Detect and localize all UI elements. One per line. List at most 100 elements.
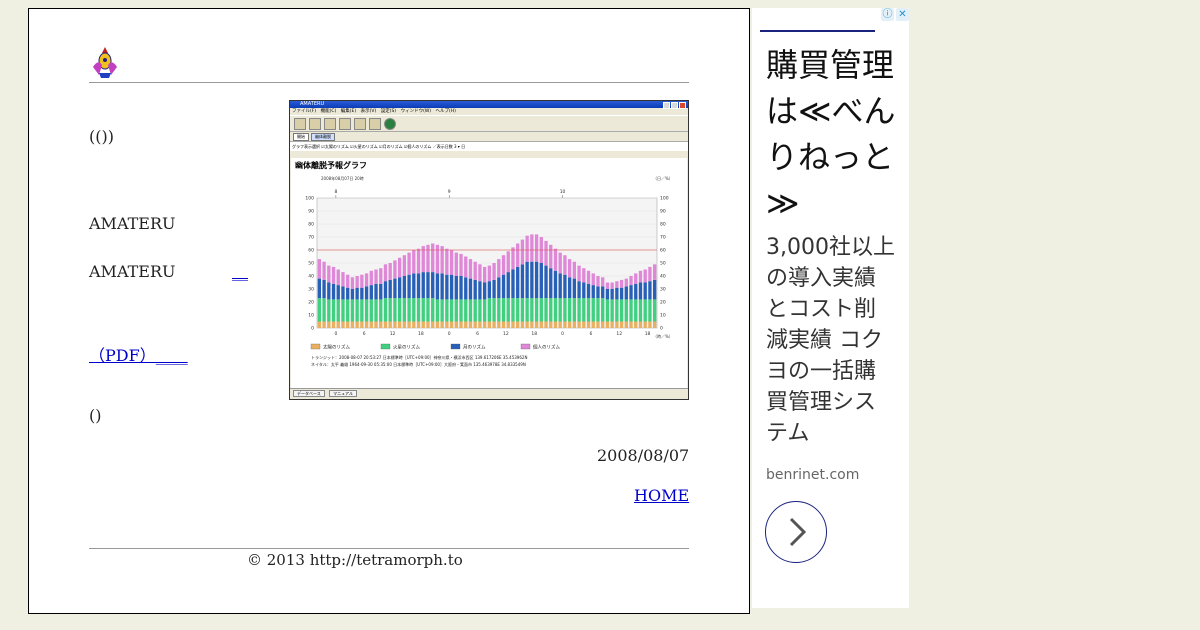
chart-bar-segment [478, 264, 482, 282]
chart-bar-segment [506, 298, 510, 322]
chart-bar-segment [506, 251, 510, 273]
chart-bar-segment [350, 289, 355, 300]
chart-bar-segment [435, 273, 440, 300]
chart-bar-segment [327, 299, 331, 322]
chart-bottom-tick: 6 [589, 331, 592, 337]
chart-ytick-right: 50 [660, 261, 666, 267]
chart-bar-segment [629, 299, 633, 322]
chart-bar-segment [482, 321, 487, 328]
chart-bar-segment [473, 279, 477, 300]
ad-arrow-button[interactable] [765, 501, 827, 563]
chart-bar-segment [393, 260, 397, 279]
chart-bar-segment [397, 257, 402, 278]
chart-bar-segment [435, 244, 440, 274]
chart-bar-segment [360, 321, 364, 328]
chart-bar-segment [638, 299, 643, 322]
chart-bar-segment [459, 299, 463, 322]
chart-bar-segment [605, 282, 610, 289]
chart-bar-segment [431, 321, 435, 328]
chart-bar-segment [369, 270, 373, 286]
copyright-footer: © 2013 http://tetramorph.to [247, 551, 463, 569]
chart-bar-segment [586, 321, 591, 328]
chart-bar-segment [501, 321, 506, 328]
close-icon[interactable]: ✕ [896, 8, 909, 21]
chart-bar-segment [327, 282, 331, 300]
chart-bar-segment [478, 321, 482, 328]
chart-bottom-tick: 0 [561, 331, 564, 337]
chart-bar-segment [577, 321, 581, 328]
chart-bar-segment [454, 276, 458, 300]
window-tab-astral: 幽体離脱 [311, 132, 335, 141]
chart-bar-segment [350, 321, 355, 328]
home-link[interactable]: HOME [634, 486, 689, 505]
chart-bottom-tick: 12 [390, 331, 396, 337]
chart-ytick-right: 30 [660, 287, 666, 293]
window-titlebar: AMATERU [290, 101, 688, 109]
window-tabs: 開始 幽体離脱 [290, 132, 688, 141]
ad-url[interactable]: benrinet.com [766, 467, 859, 483]
info-icon[interactable]: ⓘ [881, 8, 894, 21]
chart-bar-segment [341, 272, 345, 287]
chart-bar-segment [393, 321, 397, 328]
chart-bar-segment [379, 299, 383, 322]
chart-bar-segment [492, 263, 496, 280]
chart-bar-segment [567, 321, 572, 328]
chart-bar-segment [652, 299, 657, 322]
chart-bar-segment [648, 321, 652, 328]
chart-bar-segment [506, 272, 510, 299]
chart-bar-segment [497, 259, 501, 278]
window-toolbar [290, 115, 688, 132]
chart-bar-segment [369, 299, 373, 322]
chart-bar-segment [346, 287, 350, 300]
chart-bar-segment [383, 298, 388, 322]
chart-bar-segment [445, 274, 449, 300]
chart-bar-segment [501, 255, 506, 275]
chart-bar-segment [634, 299, 638, 322]
chart-bar-segment [596, 276, 600, 287]
chart-bar-segment [619, 321, 624, 328]
chart-bar-segment [619, 287, 624, 300]
chart-ytick-left: 20 [308, 300, 314, 306]
chart-bar-segment [364, 321, 369, 328]
chart-bar-segment [369, 285, 373, 300]
chart-bar-segment [634, 321, 638, 328]
ad-headline[interactable]: 購買管理は≪べんりねっと≫ [766, 42, 911, 226]
status-database: データベース [293, 390, 325, 397]
chart-bar-segment [435, 321, 440, 328]
chart-bar-segment [629, 276, 633, 286]
chart-bar-segment [464, 321, 468, 328]
chart-bar-segment [402, 276, 407, 299]
ad-body-text[interactable]: 3,000社以上の導入実績とコスト削減実績 コクヨの一括購買管理システム [766, 232, 896, 449]
chart-ytick-right: 100 [660, 196, 669, 202]
chart-ytick-right: 0 [660, 326, 663, 332]
chart-bar-segment [388, 279, 392, 299]
chart-bar-segment [648, 266, 652, 282]
chart-bar-segment [454, 321, 458, 328]
amateru-link[interactable]: __ [232, 262, 248, 281]
chart-bar-segment [492, 279, 496, 299]
chart-top-tick: 9 [448, 189, 451, 195]
chart-bar-segment [525, 321, 529, 328]
chart-title: 幽体離脱予報グラフ [295, 160, 367, 170]
chart-bar-segment [407, 252, 411, 275]
chart-bar-segment [638, 270, 643, 283]
chart-legend-label: 太陽のリズム [323, 344, 350, 351]
chart-bar-segment [624, 299, 628, 322]
chart-bar-segment [416, 248, 421, 274]
intro-paragraph: (()) [89, 127, 114, 146]
chart-bottom-tick: 18 [645, 331, 651, 337]
chart-bar-segment [563, 255, 567, 275]
chart-bar-segment [355, 321, 359, 328]
chart-bar-segment [615, 299, 619, 322]
chart-bar-segment [426, 272, 430, 299]
chart-bar-segment [601, 277, 605, 287]
chart-bar-segment [350, 277, 355, 289]
pdf-link[interactable]: （PDF）____ [89, 342, 188, 366]
chart-bar-segment [478, 299, 482, 322]
chart-bar-segment [525, 261, 529, 299]
chart-bar-segment [407, 298, 411, 322]
chart-unit-top: （日／%） [653, 176, 673, 181]
chart-bar-segment [615, 281, 619, 288]
ad-panel[interactable]: ⓘ ✕ 購買管理は≪べんりねっと≫ 3,000社以上の導入実績とコスト削減実績 … [752, 8, 909, 608]
chart-footer-line: ネイタル：太平 義雄 1964-09-30 05:35:00 日本標準時［UTC… [311, 361, 526, 367]
